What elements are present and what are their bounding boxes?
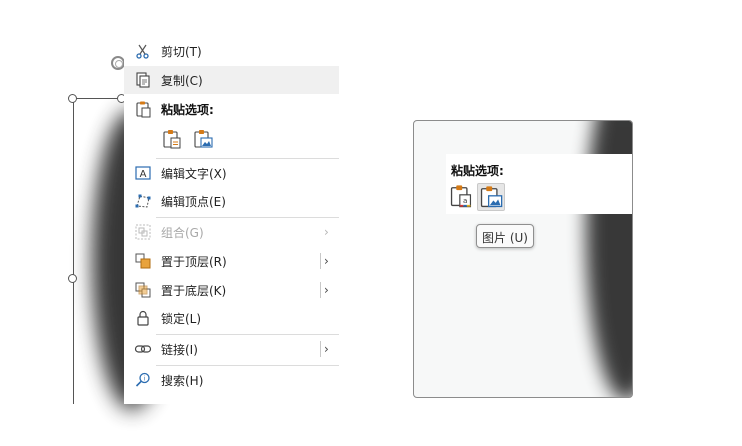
text-box-icon: A <box>135 166 151 180</box>
clipboard-text-icon <box>163 130 181 149</box>
rotate-handle[interactable] <box>111 56 125 70</box>
zoom-preview-panel: 粘贴选项: a 图片 (U) <box>413 120 633 398</box>
menu-item-send-to-back[interactable]: 置于底层(K) › <box>124 276 339 304</box>
paste-options-label: 粘贴选项: <box>451 164 504 178</box>
clipboard-picture-icon <box>480 186 503 208</box>
chevron-right-icon: › <box>324 225 329 239</box>
menu-item-copy[interactable]: 复制(C) <box>124 66 339 94</box>
menu-item-group[interactable]: 组合(G) › <box>124 218 339 246</box>
lock-icon <box>137 310 149 326</box>
copy-icon <box>136 72 150 88</box>
chevron-right-icon[interactable]: › <box>324 254 329 268</box>
menu-item-bring-to-front[interactable]: 置于顶层(R) › <box>124 247 339 275</box>
group-icon <box>135 224 151 240</box>
menu-item-lock[interactable]: 锁定(L) <box>124 304 339 332</box>
chevron-right-icon[interactable]: › <box>324 283 329 297</box>
menu-item-label: 剪切(T) <box>161 45 202 59</box>
menu-item-edit-text[interactable]: A 编辑文字(X) <box>124 159 339 187</box>
menu-item-edit-points[interactable]: 编辑顶点(E) <box>124 187 339 215</box>
selection-border-left <box>73 98 74 404</box>
menu-item-label: 搜索(H) <box>161 374 204 388</box>
menu-item-label: 链接(I) <box>161 343 198 357</box>
menu-section-label: 粘贴选项: <box>161 103 214 117</box>
menu-item-label: 锁定(L) <box>161 312 202 326</box>
chevron-right-icon[interactable]: › <box>324 342 329 356</box>
menu-section-paste-options: 粘贴选项: <box>124 95 339 123</box>
search-icon: i <box>135 372 150 387</box>
resize-handle-top-left[interactable] <box>68 94 77 103</box>
menu-item-label: 置于底层(K) <box>161 284 227 298</box>
split-divider <box>320 253 321 269</box>
menu-item-label: 复制(C) <box>161 74 203 88</box>
menu-item-search[interactable]: i 搜索(H) <box>124 366 339 394</box>
link-icon <box>134 345 152 353</box>
paste-picture-button[interactable] <box>477 183 505 211</box>
tooltip: 图片 (U) <box>476 224 534 248</box>
svg-text:i: i <box>144 376 146 383</box>
resize-handle-middle-left[interactable] <box>68 274 77 283</box>
send-to-back-icon <box>135 282 151 298</box>
menu-item-link[interactable]: 链接(I) › <box>124 335 339 363</box>
menu-item-label: 组合(G) <box>161 226 204 240</box>
menu-item-label: 编辑顶点(E) <box>161 195 226 209</box>
edit-points-icon <box>135 194 151 208</box>
split-divider <box>320 282 321 298</box>
bring-to-front-icon <box>135 253 151 269</box>
paste-keep-text-button[interactable] <box>161 128 183 150</box>
menu-item-label: 编辑文字(X) <box>161 167 227 181</box>
scissors-icon <box>136 44 149 59</box>
clipboard-icon <box>136 101 151 118</box>
paste-picture-button[interactable] <box>192 128 214 150</box>
menu-item-label: 置于顶层(R) <box>161 255 227 269</box>
clipboard-text-icon: a <box>450 185 472 208</box>
split-divider <box>320 341 321 357</box>
context-menu: 剪切(T) 复制(C) 粘贴选项: A 编辑文字(X) 编辑顶点(E) 组合(G… <box>124 40 339 404</box>
paste-keep-text-button[interactable]: a <box>448 183 476 211</box>
menu-item-cut[interactable]: 剪切(T) <box>124 40 339 65</box>
svg-text:a: a <box>463 196 467 205</box>
clipboard-picture-icon <box>194 130 213 148</box>
svg-text:A: A <box>140 169 147 180</box>
